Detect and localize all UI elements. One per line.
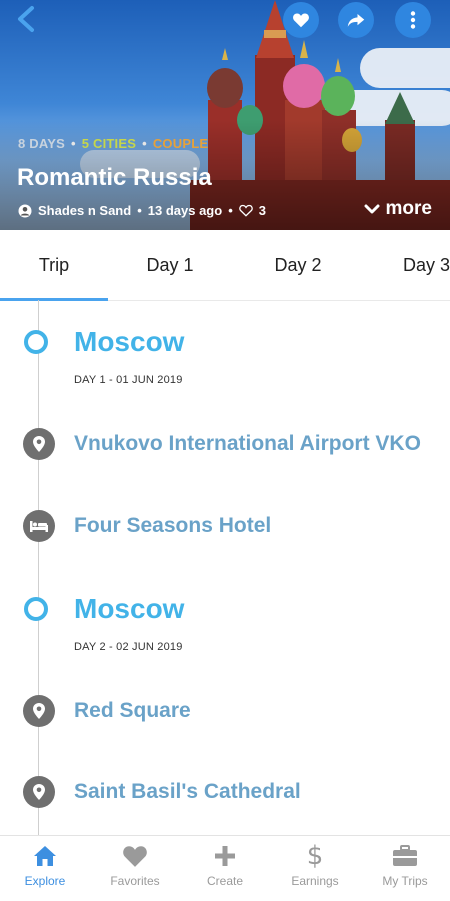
author-name[interactable]: Shades n Sand xyxy=(38,203,131,218)
plus-icon xyxy=(215,846,235,866)
back-arrow-icon xyxy=(18,6,34,32)
nav-label: Earnings xyxy=(291,874,339,888)
more-options-button[interactable] xyxy=(395,2,431,38)
back-button[interactable] xyxy=(14,4,46,36)
stop-name[interactable]: Vnukovo International Airport VKO xyxy=(74,432,421,456)
posted-time: 13 days ago xyxy=(147,203,223,218)
likes-heart-icon xyxy=(238,204,253,217)
tab-day-2[interactable]: Day 2 xyxy=(232,230,364,300)
likes-count: 3 xyxy=(258,203,266,218)
stop-name[interactable]: Saint Basil's Cathedral xyxy=(74,780,301,804)
dollar-icon: $ xyxy=(306,841,324,871)
nav-label: Create xyxy=(206,874,244,888)
home-icon xyxy=(34,846,56,866)
day-date: DAY 2 - 02 JUN 2019 xyxy=(74,641,183,653)
nav-label: Explore xyxy=(24,874,66,888)
stop-name[interactable]: Red Square xyxy=(74,699,191,723)
trip-tags: 8 DAYS • 5 CITIES • COUPLE xyxy=(18,136,209,151)
share-button[interactable] xyxy=(338,2,374,38)
location-pin-icon xyxy=(23,428,55,460)
tab-trip[interactable]: Trip xyxy=(0,230,108,301)
tab-day-1[interactable]: Day 1 xyxy=(108,230,232,300)
cities-tag: 5 CITIES xyxy=(81,136,137,151)
nav-label: Favorites xyxy=(110,874,160,888)
city-name[interactable]: Moscow xyxy=(74,326,184,358)
stop-name[interactable]: Four Seasons Hotel xyxy=(74,514,271,538)
user-icon xyxy=(18,204,32,217)
nav-my-trips[interactable]: My Trips xyxy=(360,836,450,901)
city-name[interactable]: Moscow xyxy=(74,593,184,625)
trip-cover: 8 DAYS • 5 CITIES • COUPLE Romantic Russia S… xyxy=(0,0,450,230)
chevron-down-icon xyxy=(364,204,380,214)
timeline-line xyxy=(38,300,39,835)
briefcase-icon xyxy=(393,845,417,866)
traveler-type-tag: COUPLE xyxy=(152,136,209,151)
more-toggle[interactable]: more xyxy=(364,198,432,220)
location-pin-icon xyxy=(23,776,55,808)
nav-favorites[interactable]: Favorites xyxy=(90,836,180,901)
favorite-button[interactable] xyxy=(283,2,319,38)
location-pin-icon xyxy=(23,695,55,727)
nav-earnings[interactable]: $ Earnings xyxy=(270,836,360,901)
heart-icon xyxy=(123,846,147,867)
share-icon xyxy=(347,14,365,27)
more-vertical-icon xyxy=(410,11,416,29)
nav-create[interactable]: Create xyxy=(180,836,270,901)
city-marker-icon xyxy=(24,597,48,621)
city-marker-icon xyxy=(24,330,48,354)
bottom-nav: Explore Favorites Create $ Earnings My T… xyxy=(0,835,450,901)
duration-tag: 8 DAYS xyxy=(18,136,65,151)
day-date: DAY 1 - 01 JUN 2019 xyxy=(74,374,183,386)
trip-title: Romantic Russia xyxy=(17,164,212,191)
trip-timeline: Moscow DAY 1 - 01 JUN 2019 Vnukovo Inter… xyxy=(0,300,450,835)
heart-icon xyxy=(293,13,309,28)
more-label: more xyxy=(385,198,432,219)
tab-day-3[interactable]: Day 3 xyxy=(364,230,450,300)
bed-icon xyxy=(23,510,55,542)
day-tabs: Trip Day 1 Day 2 Day 3 xyxy=(0,230,450,301)
nav-label: My Trips xyxy=(382,874,428,888)
nav-explore[interactable]: Explore xyxy=(0,836,90,901)
trip-meta: Shades n Sand • 13 days ago • 3 xyxy=(18,203,266,218)
